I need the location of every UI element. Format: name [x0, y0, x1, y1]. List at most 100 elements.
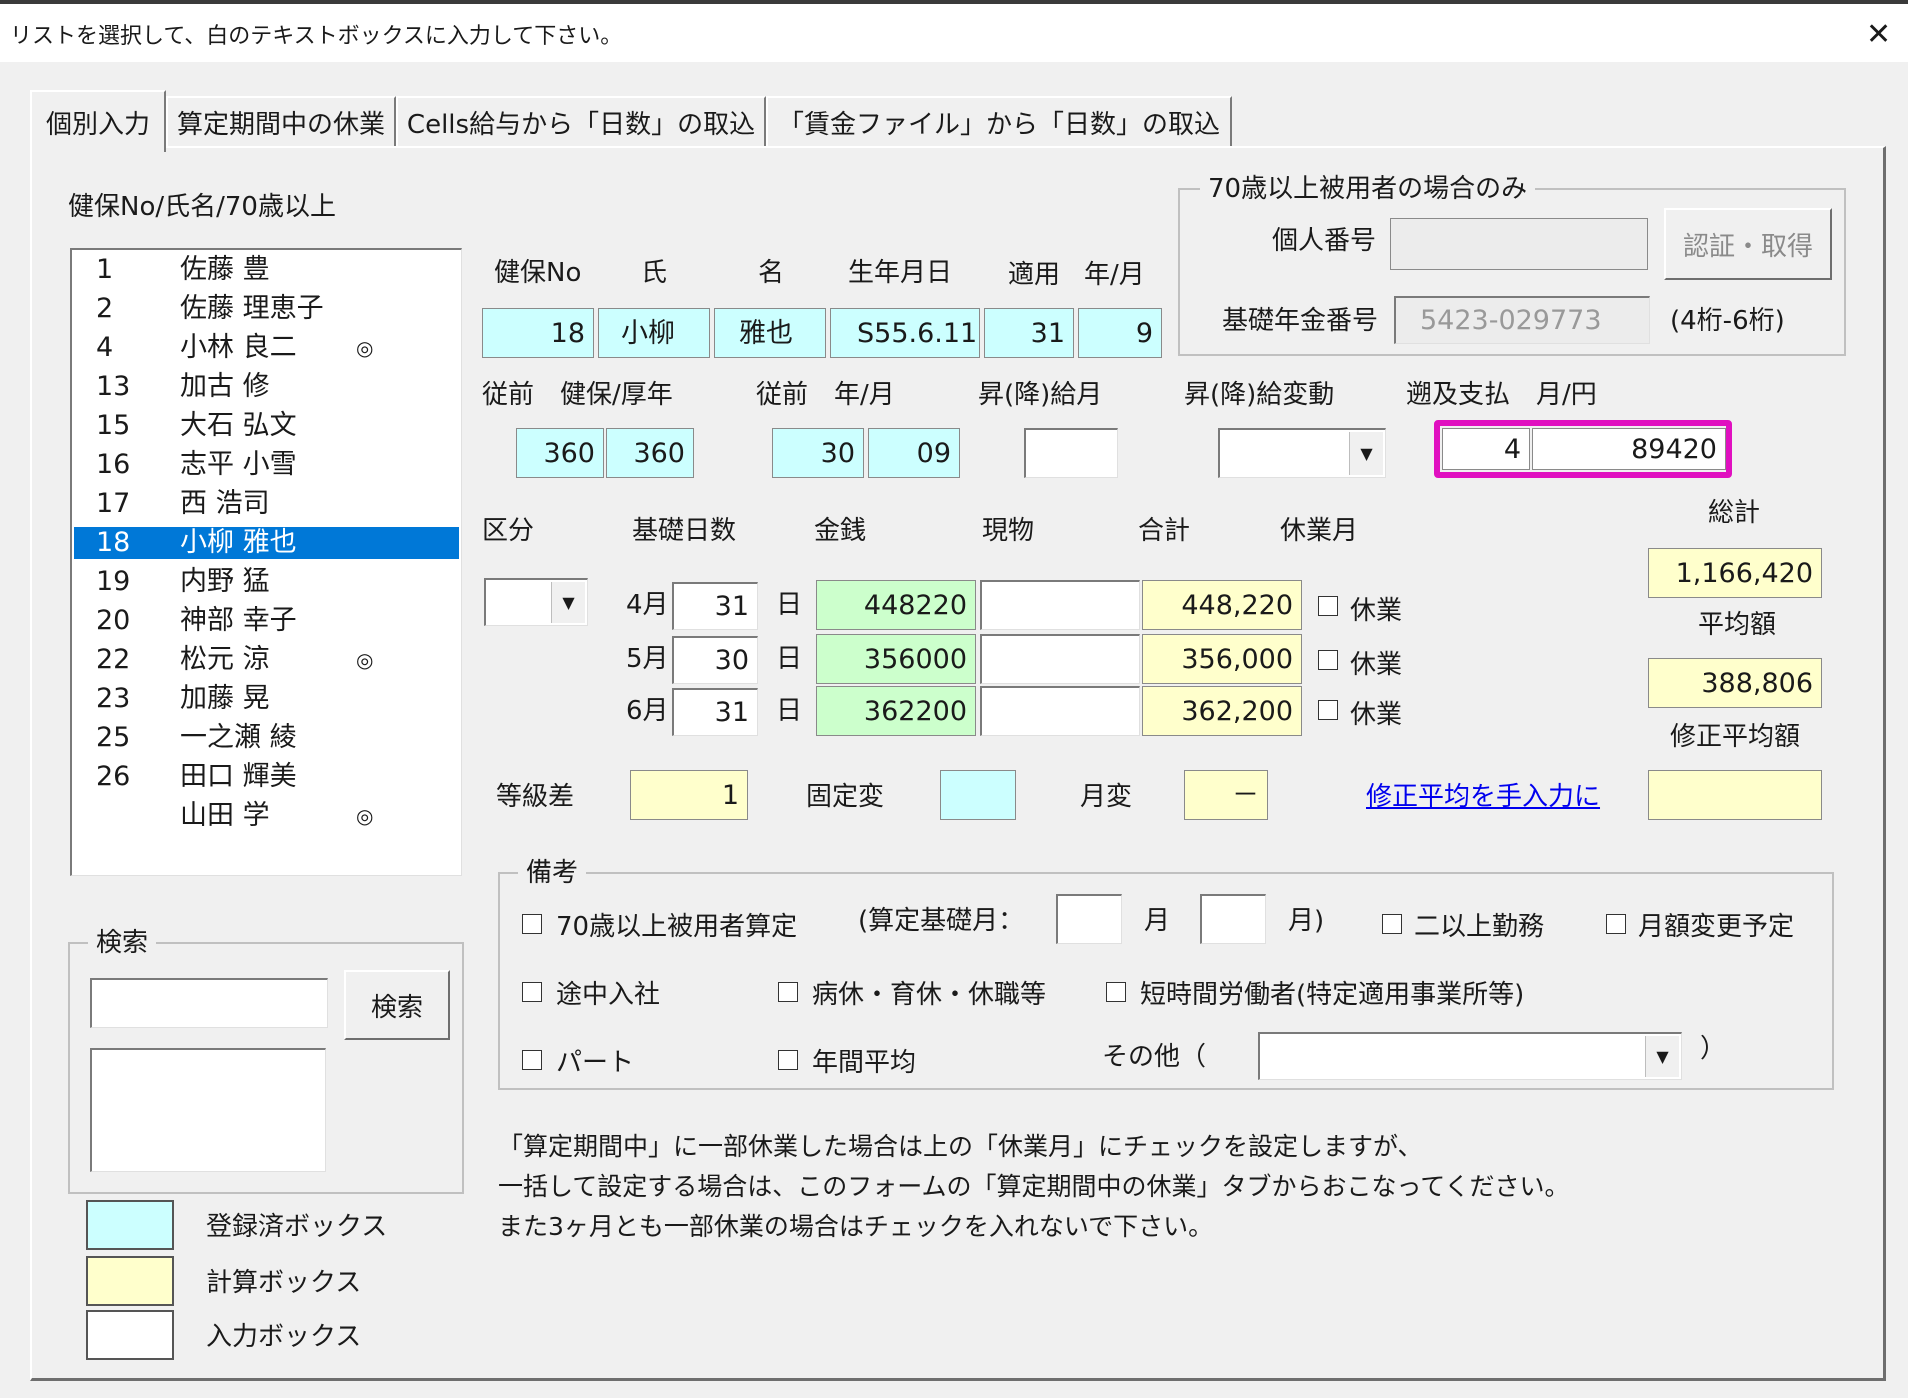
list-item[interactable]: 4 小林 良二 ◎ [74, 332, 459, 364]
prev-hoken-label: 従前 健保/厚年 [482, 380, 673, 410]
kenpo-no-field[interactable]: 18 [482, 308, 594, 358]
kubun-select[interactable]: ▼ [484, 578, 588, 626]
kinsen-field[interactable]: 356000 [816, 634, 976, 684]
auth-button[interactable]: 認証・取得 [1664, 208, 1832, 280]
days-field[interactable]: 30 [672, 636, 758, 684]
senior-mark: ◎ [356, 336, 374, 360]
list-item-name: 加藤 晃 [180, 683, 270, 714]
genbutsu-field[interactable] [980, 634, 1140, 684]
tekiyo-month-field[interactable]: 9 [1078, 308, 1162, 358]
part-label: パート [556, 1048, 635, 1078]
tanjikan-checkbox[interactable] [1106, 982, 1126, 1002]
sonota-select[interactable]: ▼ [1258, 1032, 1682, 1080]
sokyu-month-field[interactable]: 4 [1442, 428, 1530, 470]
chevron-down-icon[interactable]: ▼ [551, 582, 585, 623]
close-icon[interactable]: ✕ [1866, 20, 1891, 50]
kinsen-field[interactable]: 448220 [816, 580, 976, 630]
kojin-field[interactable] [1390, 218, 1648, 270]
tab-wage-file-import[interactable]: 「賃金ファイル」から「日数」の取込 [766, 96, 1232, 146]
legend-registered-swatch [86, 1200, 174, 1250]
search-button[interactable]: 検索 [344, 970, 450, 1040]
tab-leave[interactable]: 算定期間中の休業 [166, 96, 396, 146]
prev-month-field[interactable]: 09 [868, 428, 960, 478]
legend-registered-label: 登録済ボックス [206, 1212, 388, 1242]
gokei-field: 356,000 [1142, 634, 1302, 684]
days-field[interactable]: 31 [672, 582, 758, 630]
kiso-header: 基礎日数 [632, 516, 737, 546]
list-item[interactable]: 1 佐藤 豊 [74, 254, 459, 286]
kiso-month2-field[interactable] [1200, 894, 1266, 944]
kyugyo-checkbox[interactable] [1318, 596, 1338, 616]
list-item[interactable]: 19 内野 猛 [74, 566, 459, 598]
prev-kounen-field[interactable]: 360 [606, 428, 694, 478]
genbutsu-field[interactable] [980, 686, 1140, 736]
byokyu-checkbox[interactable] [778, 982, 798, 1002]
chevron-down-icon[interactable]: ▼ [1645, 1036, 1679, 1077]
day-unit: 日 [776, 644, 803, 674]
kyugyo-checkbox[interactable] [1318, 700, 1338, 720]
multi-work-checkbox[interactable] [1382, 914, 1402, 934]
tochu-checkbox[interactable] [522, 982, 542, 1002]
list-item[interactable]: 2 佐藤 理恵子 [74, 293, 459, 325]
manual-average-link[interactable]: 修正平均を手入力に [1366, 784, 1600, 810]
birth-field[interactable]: S55.6.11 [830, 308, 980, 358]
search-input[interactable] [90, 978, 328, 1028]
search-results[interactable] [90, 1048, 326, 1172]
tekiyo-year-field[interactable]: 31 [984, 308, 1074, 358]
hendo-select[interactable]: ▼ [1218, 428, 1386, 478]
kinsen-field[interactable]: 362200 [816, 686, 976, 736]
shi-field[interactable]: 小柳 [598, 308, 710, 358]
shokyu-field[interactable] [1024, 428, 1118, 478]
list-item[interactable]: 25 一之瀬 綾 [74, 722, 459, 754]
shusei-field[interactable] [1648, 770, 1822, 820]
prev-year-field[interactable]: 30 [772, 428, 864, 478]
list-item[interactable]: 23 加藤 晃 [74, 683, 459, 715]
list-item[interactable]: 26 田口 輝美 [74, 761, 459, 793]
kotei-field[interactable] [940, 770, 1016, 820]
hendo-label: 昇(降)給変動 [1184, 380, 1335, 410]
sokyu-yen-field[interactable]: 89420 [1532, 428, 1726, 470]
gokei-field: 362,200 [1142, 686, 1302, 736]
list-item-no: 22 [96, 644, 131, 675]
gokei-field: 448,220 [1142, 580, 1302, 630]
nenkin-field[interactable]: 5423-029773 [1394, 296, 1650, 344]
list-item-name: 松元 涼 [180, 644, 270, 675]
list-item[interactable]: 17 西 浩司 [74, 488, 459, 520]
birth-header: 生年月日 [848, 258, 953, 288]
sokei-label: 総計 [1708, 498, 1761, 528]
list-item[interactable]: 15 大石 弘文 [74, 410, 459, 442]
list-item-no: 26 [96, 761, 131, 792]
senior-calc-checkbox[interactable] [522, 914, 542, 934]
nenkan-label: 年間平均 [812, 1048, 917, 1078]
list-item-no: 2 [96, 293, 114, 324]
list-item-no: 4 [96, 332, 114, 363]
kiso-month1-field[interactable] [1056, 894, 1122, 944]
part-checkbox[interactable] [522, 1050, 542, 1070]
days-field[interactable]: 31 [672, 688, 758, 736]
list-item[interactable]: 山田 学 ◎ [74, 800, 459, 832]
prev-kenpo-field[interactable]: 360 [516, 428, 604, 478]
list-item-no: 13 [96, 371, 131, 402]
legend-calc-label: 計算ボックス [206, 1268, 362, 1298]
tab-cells-import[interactable]: Cells給与から「日数」の取込 [396, 96, 766, 146]
kyugyo-checkbox[interactable] [1318, 650, 1338, 670]
list-item-name: 小柳 雅也 [180, 527, 297, 558]
list-item-name: 大石 弘文 [180, 410, 297, 441]
employee-list[interactable]: 1 佐藤 豊 2 佐藤 理恵子 4 小林 良二 ◎ 13 加古 修 15 大石 弘文 16 志平 小雪 1… [70, 248, 462, 876]
kiso-month1-unit: 月 [1144, 906, 1171, 936]
list-item-name: 志平 小雪 [180, 449, 297, 480]
kiso-month2-unit: 月) [1288, 906, 1325, 936]
list-item[interactable]: 20 神部 幸子 [74, 605, 459, 637]
list-item[interactable]: 22 松元 涼 ◎ [74, 644, 459, 676]
list-item[interactable]: 13 加古 修 [74, 371, 459, 403]
change-planned-checkbox[interactable] [1606, 914, 1626, 934]
list-item-no: 17 [96, 488, 131, 519]
chevron-down-icon[interactable]: ▼ [1349, 432, 1383, 475]
mei-field[interactable]: 雅也 [714, 308, 826, 358]
genbutsu-field[interactable] [980, 580, 1140, 630]
list-item[interactable]: 16 志平 小雪 [74, 449, 459, 481]
list-item[interactable]: 18 小柳 雅也 [74, 527, 459, 559]
tab-individual[interactable]: 個別入力 [30, 90, 166, 152]
month-label: 5月 [626, 644, 669, 674]
nenkan-checkbox[interactable] [778, 1050, 798, 1070]
